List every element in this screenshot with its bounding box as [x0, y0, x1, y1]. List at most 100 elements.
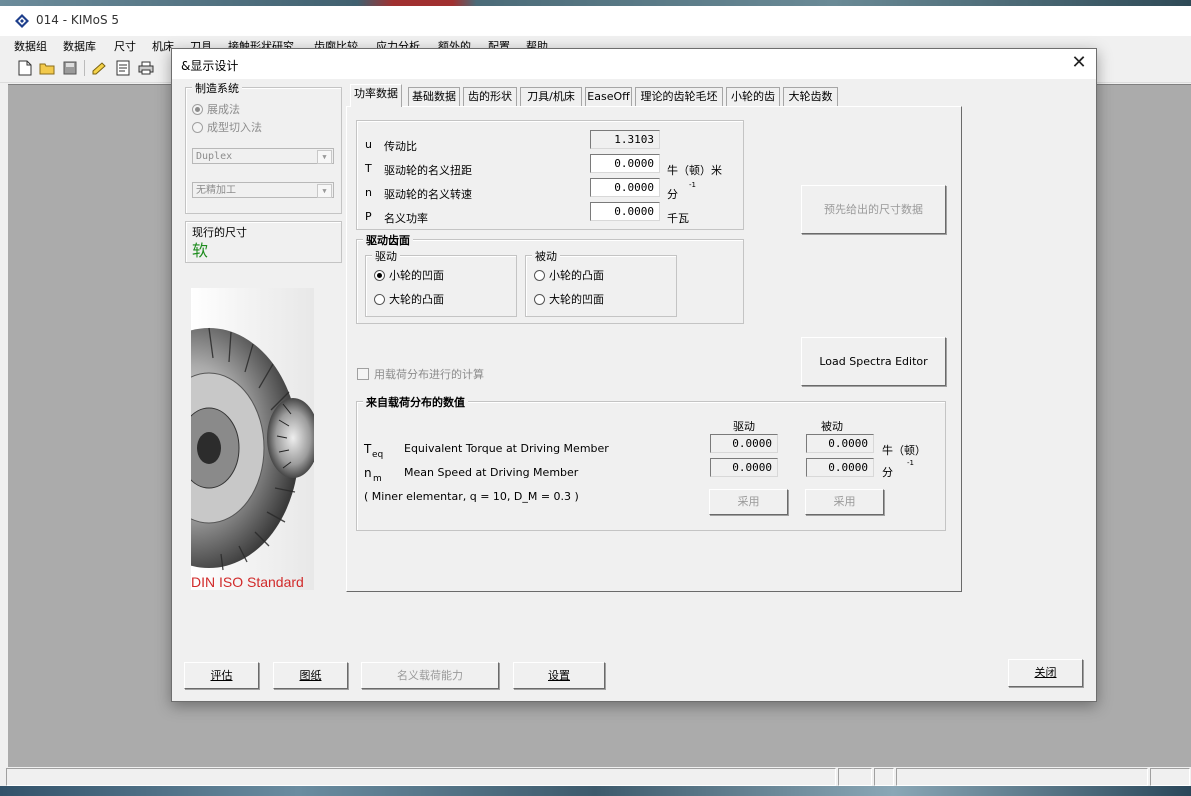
tab-label: 刀具/机床	[527, 90, 575, 103]
n-symbol: n	[365, 186, 372, 199]
print-icon[interactable]	[137, 59, 155, 77]
radio-plunge-cut[interactable]: 成型切入法	[192, 119, 262, 135]
radio-dot	[192, 121, 203, 133]
coast-side-label: 被动	[532, 248, 560, 264]
toolbar-separator	[84, 60, 85, 76]
nm-drive-field: 0.0000	[710, 458, 778, 477]
speed-unit-exponent: -1	[689, 181, 696, 189]
dialog-title: &显示设计	[181, 59, 239, 73]
radio-pinion-concave[interactable]: 小轮的凹面	[374, 267, 444, 283]
tab-easeoff[interactable]: EaseOff	[585, 87, 632, 106]
chevron-down-icon[interactable]: ▼	[317, 150, 332, 164]
tab-power-data[interactable]: 功率数据	[350, 84, 402, 107]
open-folder-icon[interactable]	[38, 59, 56, 77]
miner-note: ( Miner elementar, q = 10, D_M = 0.3 )	[364, 490, 579, 503]
evaluate-button[interactable]: 评估	[184, 662, 259, 689]
new-file-icon[interactable]	[16, 59, 34, 77]
tab-pinion-teeth[interactable]: 小轮的齿	[726, 87, 780, 106]
radio-generating-label: 展成法	[207, 103, 240, 116]
app-title: 014 - KIMoS 5	[36, 13, 120, 27]
current-size-box: 现行的尺寸 软	[185, 221, 342, 263]
drawing-button[interactable]: 图纸	[273, 662, 348, 689]
close-button[interactable]: 关闭	[1008, 659, 1083, 687]
tab-tool-machine[interactable]: 刀具/机床	[520, 87, 582, 106]
torque-field[interactable]: 0.0000	[590, 154, 660, 173]
speed-field[interactable]: 0.0000	[590, 178, 660, 197]
design-dialog: &显示设计 ✕ 制造系统 展成法 成型切入法 Duplex ▼ 无精加工 ▼ 现…	[171, 48, 1097, 702]
apply-coast-button[interactable]: 采用	[805, 489, 884, 515]
load-distribution-label: 来自载荷分布的数值	[363, 394, 468, 410]
radio-pinion-convex-label: 小轮的凸面	[549, 269, 604, 282]
nm-symbol: n	[364, 466, 372, 480]
teq-drive-field: 0.0000	[710, 434, 778, 453]
nm-unit-exponent: -1	[907, 459, 914, 467]
teq-coast-field: 0.0000	[806, 434, 874, 453]
current-size-value: 软	[192, 241, 209, 260]
tab-basic-data[interactable]: 基础数据	[408, 87, 460, 106]
power-unit: 千瓦	[667, 212, 689, 225]
apply-drive-button[interactable]: 采用	[709, 489, 788, 515]
finishing-combo[interactable]: 无精加工 ▼	[192, 182, 334, 198]
din-iso-caption: DIN ISO Standard	[191, 574, 304, 590]
speed-unit: 分	[667, 188, 678, 201]
power-field[interactable]: 0.0000	[590, 202, 660, 221]
radio-pinion-convex[interactable]: 小轮的凸面	[534, 267, 604, 283]
ratio-field: 1.3103	[590, 130, 660, 149]
torque-label: 驱动轮的名义扭距	[384, 164, 472, 177]
chevron-down-icon[interactable]: ▼	[317, 184, 332, 198]
edit-icon[interactable]	[90, 59, 108, 77]
load-distribution-group: 来自载荷分布的数值 驱动 被动 T eq Equivalent Torque a…	[356, 394, 946, 531]
tab-label: 小轮的齿	[731, 90, 775, 103]
method-combo[interactable]: Duplex ▼	[192, 148, 334, 164]
tab-gear-teeth[interactable]: 大轮齿数	[783, 87, 838, 106]
tab-label: EaseOff	[587, 90, 630, 103]
save-icon[interactable]	[61, 59, 79, 77]
power-data-group: u 传动比 1.3103 T 驱动轮的名义扭距 0.0000 牛（顿）米 n 驱…	[356, 120, 744, 230]
desktop-taskbar-strip	[0, 786, 1191, 796]
torque-unit: 牛（顿）米	[667, 164, 722, 177]
radio-gear-convex[interactable]: 大轮的凸面	[374, 291, 444, 307]
tab-label: 功率数据	[354, 87, 398, 100]
menu-database[interactable]: 数据库	[63, 38, 96, 54]
report-icon[interactable]	[114, 59, 132, 77]
menu-data-group[interactable]: 数据组	[14, 38, 47, 54]
dialog-titlebar: &显示设计 ✕	[172, 49, 1096, 79]
drive-side-group: 驱动 小轮的凹面 大轮的凸面	[365, 248, 517, 317]
finishing-combo-value: 无精加工	[196, 185, 236, 196]
gear-image: DIN ISO Standard	[191, 288, 314, 590]
radio-plunge-cut-label: 成型切入法	[207, 121, 262, 134]
radio-dot	[534, 269, 545, 281]
radio-pinion-concave-label: 小轮的凹面	[389, 269, 444, 282]
close-icon[interactable]: ✕	[1068, 53, 1090, 75]
tab-label: 基础数据	[412, 90, 456, 103]
radio-gear-concave[interactable]: 大轮的凹面	[534, 291, 604, 307]
radio-dot	[374, 269, 385, 281]
drive-side-label: 驱动	[372, 248, 400, 264]
radio-generating[interactable]: 展成法	[192, 101, 240, 117]
u-symbol: u	[365, 138, 372, 151]
settings-button[interactable]: 设置	[513, 662, 605, 689]
statusbar	[6, 768, 1191, 786]
load-distribution-checkbox[interactable]: 用载荷分布进行的计算	[357, 366, 484, 382]
status-pane-2	[838, 768, 872, 786]
tab-label: 齿的形状	[468, 90, 512, 103]
manufacturing-system-label: 制造系统	[192, 80, 242, 96]
menu-size[interactable]: 尺寸	[114, 38, 136, 54]
teq-subscript: eq	[372, 450, 384, 460]
nominal-load-capacity-button[interactable]: 名义载荷能力	[361, 662, 499, 689]
load-spectra-editor-button[interactable]: Load Spectra Editor	[801, 337, 946, 386]
app-titlebar: 014 - KIMoS 5	[0, 6, 1191, 36]
t-symbol: T	[365, 162, 372, 175]
tab-tooth-shape[interactable]: 齿的形状	[463, 87, 517, 106]
radio-dot	[534, 293, 545, 305]
nm-subscript: m	[373, 474, 382, 484]
ratio-label: 传动比	[384, 140, 417, 153]
radio-dot	[374, 293, 385, 305]
tab-label: 理论的齿轮毛坯	[640, 90, 718, 103]
kimos-logo-icon	[15, 14, 29, 28]
power-label: 名义功率	[384, 212, 428, 225]
teq-symbol: T	[364, 442, 372, 456]
tab-gear-blank[interactable]: 理论的齿轮毛坯	[635, 87, 723, 106]
nm-label: Mean Speed at Driving Member	[404, 466, 579, 479]
preselected-size-button[interactable]: 预先给出的尺寸数据	[801, 185, 946, 234]
